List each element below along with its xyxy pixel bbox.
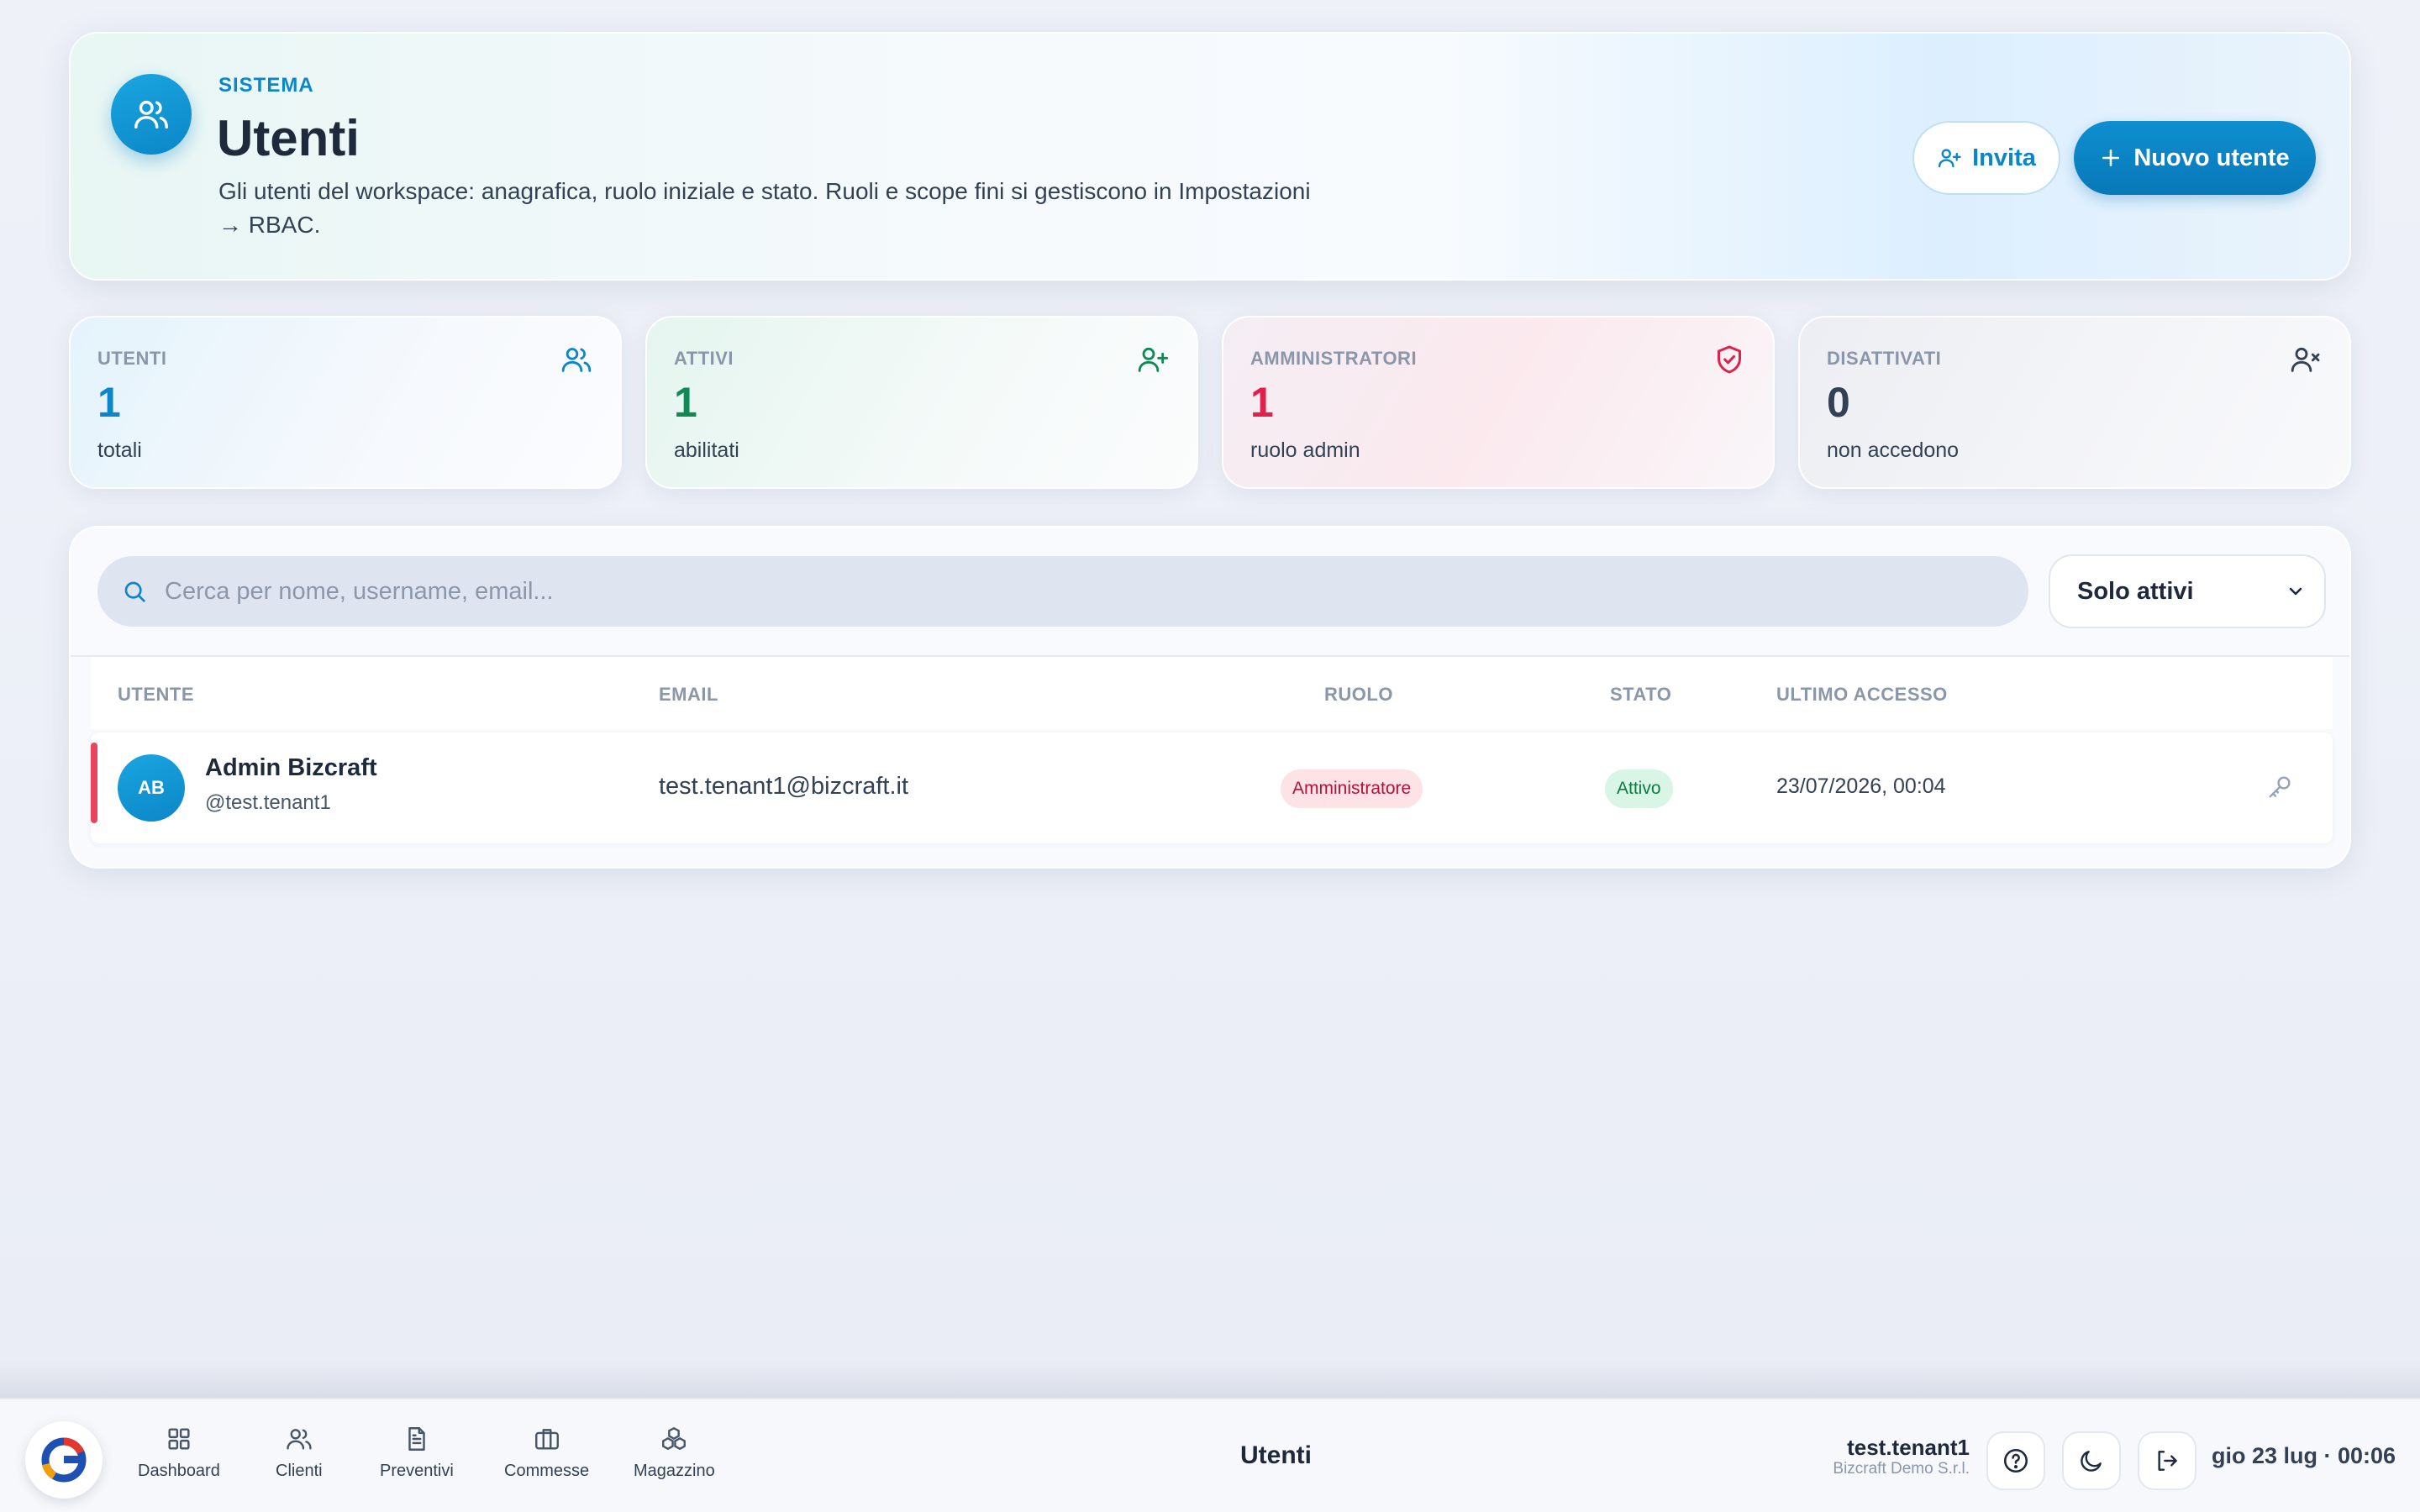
theme-toggle-button[interactable]	[2062, 1431, 2121, 1490]
stat-value: 0	[1827, 379, 1850, 426]
bottom-navbar: Dashboard Clienti Preventivi Commesse Ma…	[0, 1398, 2420, 1512]
nav-label: Preventivi	[380, 1462, 454, 1480]
user-full-name: Admin Bizcraft	[205, 754, 377, 781]
document-icon	[402, 1425, 431, 1453]
users-icon	[111, 74, 192, 155]
app-logo[interactable]	[25, 1421, 103, 1499]
clock: gio 23 lug · 00:06	[2212, 1443, 2396, 1468]
nav-label: Clienti	[276, 1462, 323, 1480]
moon-icon	[2078, 1447, 2105, 1474]
new-user-button[interactable]: Nuovo utente	[2074, 121, 2316, 195]
status-filter-select[interactable]: Solo attivi	[2049, 554, 2326, 628]
stat-sub: totali	[97, 438, 142, 462]
logout-button[interactable]	[2138, 1431, 2196, 1490]
stat-sub: abilitati	[674, 438, 739, 462]
stat-card-users: UTENTI 1 totali	[69, 316, 622, 489]
stat-label: AMMINISTRATORI	[1250, 348, 1418, 369]
stat-card-active: ATTIVI 1 abilitati	[645, 316, 1198, 489]
nav-preventivi[interactable]: Preventivi	[380, 1425, 454, 1492]
user-x-icon	[2289, 343, 2323, 376]
help-button[interactable]	[1986, 1431, 2045, 1490]
column-header-role: RUOLO	[1324, 684, 1393, 705]
search-icon	[121, 578, 148, 605]
column-header-last-access: ULTIMO ACCESSO	[1776, 684, 1948, 705]
users-table-card: Solo attivi UTENTE EMAIL RUOLO STATO ULT…	[69, 526, 2351, 869]
stat-label: ATTIVI	[674, 348, 734, 369]
org-name: Bizcraft Demo S.r.l.	[1833, 1460, 1970, 1478]
dashboard-icon	[165, 1425, 193, 1453]
user-email: test.tenant1@bizcraft.it	[659, 773, 909, 800]
table-header: UTENTE EMAIL RUOLO STATO ULTIMO ACCESSO	[91, 657, 2333, 729]
column-header-status: STATO	[1610, 684, 1672, 705]
column-header-user: UTENTE	[118, 684, 194, 705]
user-plus-icon	[1937, 145, 1962, 171]
bottom-shadow	[0, 1361, 2420, 1399]
page-description: Gli utenti del workspace: anagrafica, ru…	[218, 178, 1311, 238]
stat-label: DISATTIVATI	[1827, 348, 1942, 369]
stat-sub: non accedono	[1827, 438, 1960, 462]
nav-label: Commesse	[504, 1462, 590, 1480]
status-filter-value: Solo attivi	[2077, 577, 2194, 605]
current-page-title: Utenti	[1240, 1441, 1312, 1469]
plus-icon	[2100, 147, 2122, 169]
logout-icon	[2154, 1447, 2181, 1474]
briefcase-icon	[533, 1425, 561, 1453]
search-box[interactable]	[97, 556, 2028, 627]
stat-sub: ruolo admin	[1250, 438, 1360, 462]
stat-card-admins: AMMINISTRATORI 1 ruolo admin	[1222, 316, 1775, 489]
nav-dashboard[interactable]: Dashboard	[138, 1425, 220, 1492]
invite-button[interactable]: Invita	[1912, 121, 2060, 195]
boxes-icon	[660, 1425, 688, 1453]
help-icon	[2002, 1446, 2030, 1475]
nav-commesse[interactable]: Commesse	[504, 1425, 589, 1492]
stat-value: 1	[674, 379, 697, 426]
user-plus-icon	[1136, 343, 1170, 376]
section-eyebrow: SISTEMA	[218, 74, 314, 97]
page-header: SISTEMA Utenti Gli utenti del workspace:…	[69, 32, 2351, 281]
users-icon	[285, 1425, 313, 1453]
chevron-down-icon	[2286, 581, 2306, 601]
nav-clienti[interactable]: Clienti	[276, 1425, 323, 1492]
row-role-accent	[91, 743, 97, 823]
column-header-email: EMAIL	[659, 684, 718, 705]
last-access: 23/07/2026, 00:04	[1776, 774, 1946, 798]
stat-value: 1	[1250, 379, 1274, 426]
user-info[interactable]: test.tenant1 Bizcraft Demo S.r.l.	[1833, 1435, 1970, 1478]
avatar: AB	[118, 754, 185, 822]
new-user-label: Nuovo utente	[2133, 144, 2290, 171]
page-title: Utenti	[217, 110, 360, 166]
key-icon[interactable]	[2265, 773, 2294, 801]
status-badge: Attivo	[1605, 769, 1673, 808]
user-username: @test.tenant1	[205, 791, 331, 814]
nav-magazzino[interactable]: Magazzino	[634, 1425, 715, 1492]
role-badge: Amministratore	[1281, 769, 1423, 808]
shield-check-icon	[1712, 343, 1746, 376]
invite-label: Invita	[1972, 144, 2036, 171]
search-input[interactable]	[165, 556, 1996, 627]
users-icon	[560, 343, 593, 376]
nav-label: Magazzino	[634, 1462, 715, 1480]
table-row[interactable]: AB Admin Bizcraft @test.tenant1 test.ten…	[91, 732, 2333, 843]
stat-value: 1	[97, 379, 121, 426]
stat-label: UTENTI	[97, 348, 167, 369]
stat-card-disabled: DISATTIVATI 0 non accedono	[1798, 316, 2351, 489]
user-name: test.tenant1	[1847, 1435, 1970, 1460]
nav-label: Dashboard	[138, 1462, 220, 1480]
